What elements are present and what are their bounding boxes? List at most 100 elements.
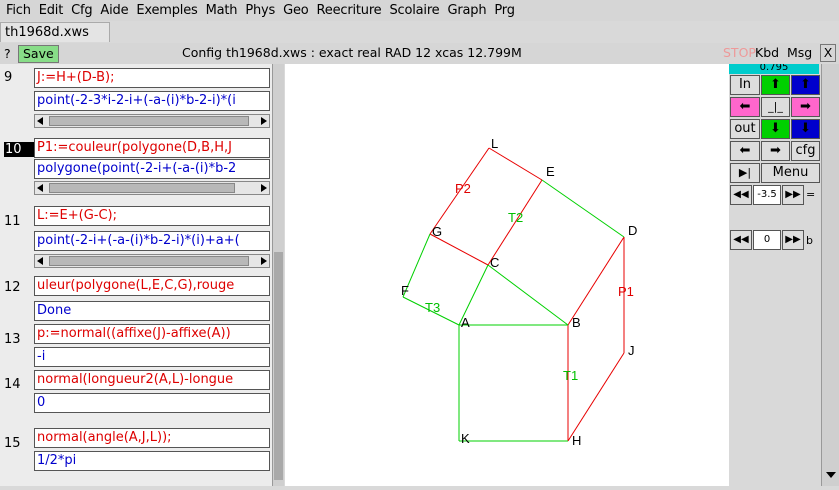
geometry-graph[interactable]: L E D G C F A B J K H P2 T2 T3 P1 T1 xyxy=(285,64,729,486)
level-number[interactable]: 10 xyxy=(4,142,34,157)
zoom-in-button[interactable]: In xyxy=(730,75,760,95)
scrollbar-thumb[interactable] xyxy=(49,256,249,266)
close-button[interactable]: X xyxy=(820,44,836,62)
point-label[interactable]: K xyxy=(461,431,470,446)
menu-item[interactable]: Scolaire xyxy=(389,3,439,18)
output-hscrollbar[interactable] xyxy=(34,181,270,195)
menu-item[interactable]: Prg xyxy=(494,3,515,18)
fast-forward-icon[interactable]: ▶▶ xyxy=(782,185,804,205)
rewind-icon-2[interactable]: ◀◀ xyxy=(730,230,752,250)
level-number[interactable]: 14 xyxy=(4,377,34,392)
save-button[interactable]: Save xyxy=(18,44,59,63)
output-hscrollbar[interactable] xyxy=(34,114,270,128)
level-output[interactable]: 0 xyxy=(34,393,270,413)
menu-item[interactable]: Graph xyxy=(448,3,487,18)
level-input[interactable]: uleur(polygone(L,E,C,G),rouge xyxy=(34,276,270,296)
menu-item[interactable]: Cfg xyxy=(71,3,93,18)
scroll-right-icon[interactable] xyxy=(261,184,267,192)
stop-button[interactable]: STOP xyxy=(723,45,756,60)
back-arrow-icon[interactable]: ⬅ xyxy=(730,141,760,161)
play-icon[interactable]: ▶| xyxy=(730,163,760,183)
point-label[interactable]: J xyxy=(628,343,635,358)
point-label[interactable]: E xyxy=(546,164,555,179)
menu-button[interactable]: Menu xyxy=(761,163,820,183)
menu-item[interactable]: Aide xyxy=(100,3,128,18)
point-label[interactable]: A xyxy=(461,315,470,330)
level-number[interactable]: 9 xyxy=(4,70,34,85)
point-label[interactable]: G xyxy=(432,224,442,239)
scroll-left-icon[interactable] xyxy=(37,257,43,265)
menu-item[interactable]: Math xyxy=(206,3,238,18)
level-input[interactable]: normal(longueur2(A,L)-longue xyxy=(34,370,270,390)
point-label[interactable]: L xyxy=(491,136,498,151)
point-label[interactable]: C xyxy=(490,255,499,270)
spin1-value[interactable]: -3.5 xyxy=(753,185,781,205)
level-output[interactable]: 1/2*pi xyxy=(34,451,270,471)
polygon-edge[interactable] xyxy=(488,147,543,181)
output-hscrollbar[interactable] xyxy=(34,254,270,268)
file-tab[interactable]: th1968d.xws xyxy=(0,22,110,42)
polygon-edge[interactable] xyxy=(567,236,625,326)
level-number[interactable]: 12 xyxy=(4,280,34,295)
level-input[interactable]: p:=normal((affixe(J)-affixe(A)) xyxy=(34,324,270,344)
help-button[interactable]: ? xyxy=(4,46,16,61)
level-output[interactable]: Done xyxy=(34,301,270,321)
polygon-label[interactable]: T2 xyxy=(508,210,523,225)
level-input[interactable]: P1:=couleur(polygone(D,B,H,J xyxy=(34,138,270,158)
level-output[interactable]: point(-2-3*i-2-i+(-a-(i)*b-2-i)*(i xyxy=(34,91,270,111)
geometry-svg[interactable]: L E D G C F A B J K H P2 T2 T3 P1 T1 xyxy=(285,64,729,486)
right-scrollbar[interactable] xyxy=(821,64,839,486)
down-blue-icon[interactable]: ⬇ xyxy=(791,119,820,139)
down-green-icon[interactable]: ⬇ xyxy=(761,119,790,139)
cfg-button[interactable]: cfg xyxy=(791,141,820,161)
polygon-edge[interactable] xyxy=(567,352,625,442)
polygon-label[interactable]: T1 xyxy=(563,368,578,383)
spin2-value[interactable]: 0 xyxy=(753,230,781,250)
menu-item[interactable]: Geo xyxy=(283,3,309,18)
up-green-icon[interactable]: ⬆ xyxy=(761,75,790,95)
level-output[interactable]: -i xyxy=(34,347,270,367)
rewind-icon[interactable]: ◀◀ xyxy=(730,185,752,205)
menu-item[interactable]: Exemples xyxy=(136,3,197,18)
scroll-right-icon[interactable] xyxy=(261,257,267,265)
polygon-edge[interactable] xyxy=(487,264,569,326)
polygon-edge[interactable] xyxy=(541,179,625,238)
level-output[interactable]: polygone(point(-2-i+(-a-(i)*b-2 xyxy=(34,159,270,179)
kbd-button[interactable]: Kbd xyxy=(755,45,779,60)
menu-item[interactable]: Edit xyxy=(39,3,64,18)
polygon-label[interactable]: P1 xyxy=(618,284,634,299)
point-label[interactable]: D xyxy=(628,223,637,238)
menu-item[interactable]: Reecriture xyxy=(317,3,382,18)
scrollbar-thumb[interactable] xyxy=(274,252,283,480)
level-number[interactable]: 15 xyxy=(4,436,34,451)
point-label[interactable]: F xyxy=(401,283,409,298)
scroll-left-icon[interactable] xyxy=(37,117,43,125)
history-scrollbar[interactable] xyxy=(272,64,284,486)
level-input[interactable]: L:=E+(G-C); xyxy=(34,206,270,226)
point-label[interactable]: B xyxy=(572,315,581,330)
up-blue-icon[interactable]: ⬆ xyxy=(791,75,820,95)
center-button[interactable]: _|_ xyxy=(761,97,790,117)
forward-arrow-icon[interactable]: ➡ xyxy=(761,141,790,161)
level-input[interactable]: normal(angle(A,J,L)); xyxy=(34,428,270,448)
polygon-label[interactable]: P2 xyxy=(455,181,471,196)
scrollbar-thumb[interactable] xyxy=(49,116,249,126)
config-text[interactable]: Config th1968d.xws : exact real RAD 12 x… xyxy=(182,45,522,60)
msg-button[interactable]: Msg xyxy=(787,45,812,60)
point-label[interactable]: H xyxy=(572,433,581,448)
scroll-down-icon[interactable] xyxy=(826,472,836,478)
level-number[interactable]: 11 xyxy=(4,214,34,229)
right-arrow-icon[interactable]: ➡ xyxy=(791,97,820,117)
left-arrow-icon[interactable]: ⬅ xyxy=(730,97,760,117)
fast-forward-icon-2[interactable]: ▶▶ xyxy=(782,230,804,250)
level-number[interactable]: 13 xyxy=(4,332,34,347)
menu-item[interactable]: Phys xyxy=(245,3,275,18)
scroll-left-icon[interactable] xyxy=(37,184,43,192)
menu-item[interactable]: Fich xyxy=(6,3,31,18)
scroll-right-icon[interactable] xyxy=(261,117,267,125)
level-input[interactable]: J:=H+(D-B); xyxy=(34,68,270,88)
level-output[interactable]: point(-2-i+(-a-(i)*b-2-i)*(i)+a+( xyxy=(34,231,270,251)
polygon-label[interactable]: T3 xyxy=(425,300,440,315)
scrollbar-thumb[interactable] xyxy=(49,183,235,193)
zoom-out-button[interactable]: out xyxy=(730,119,760,139)
